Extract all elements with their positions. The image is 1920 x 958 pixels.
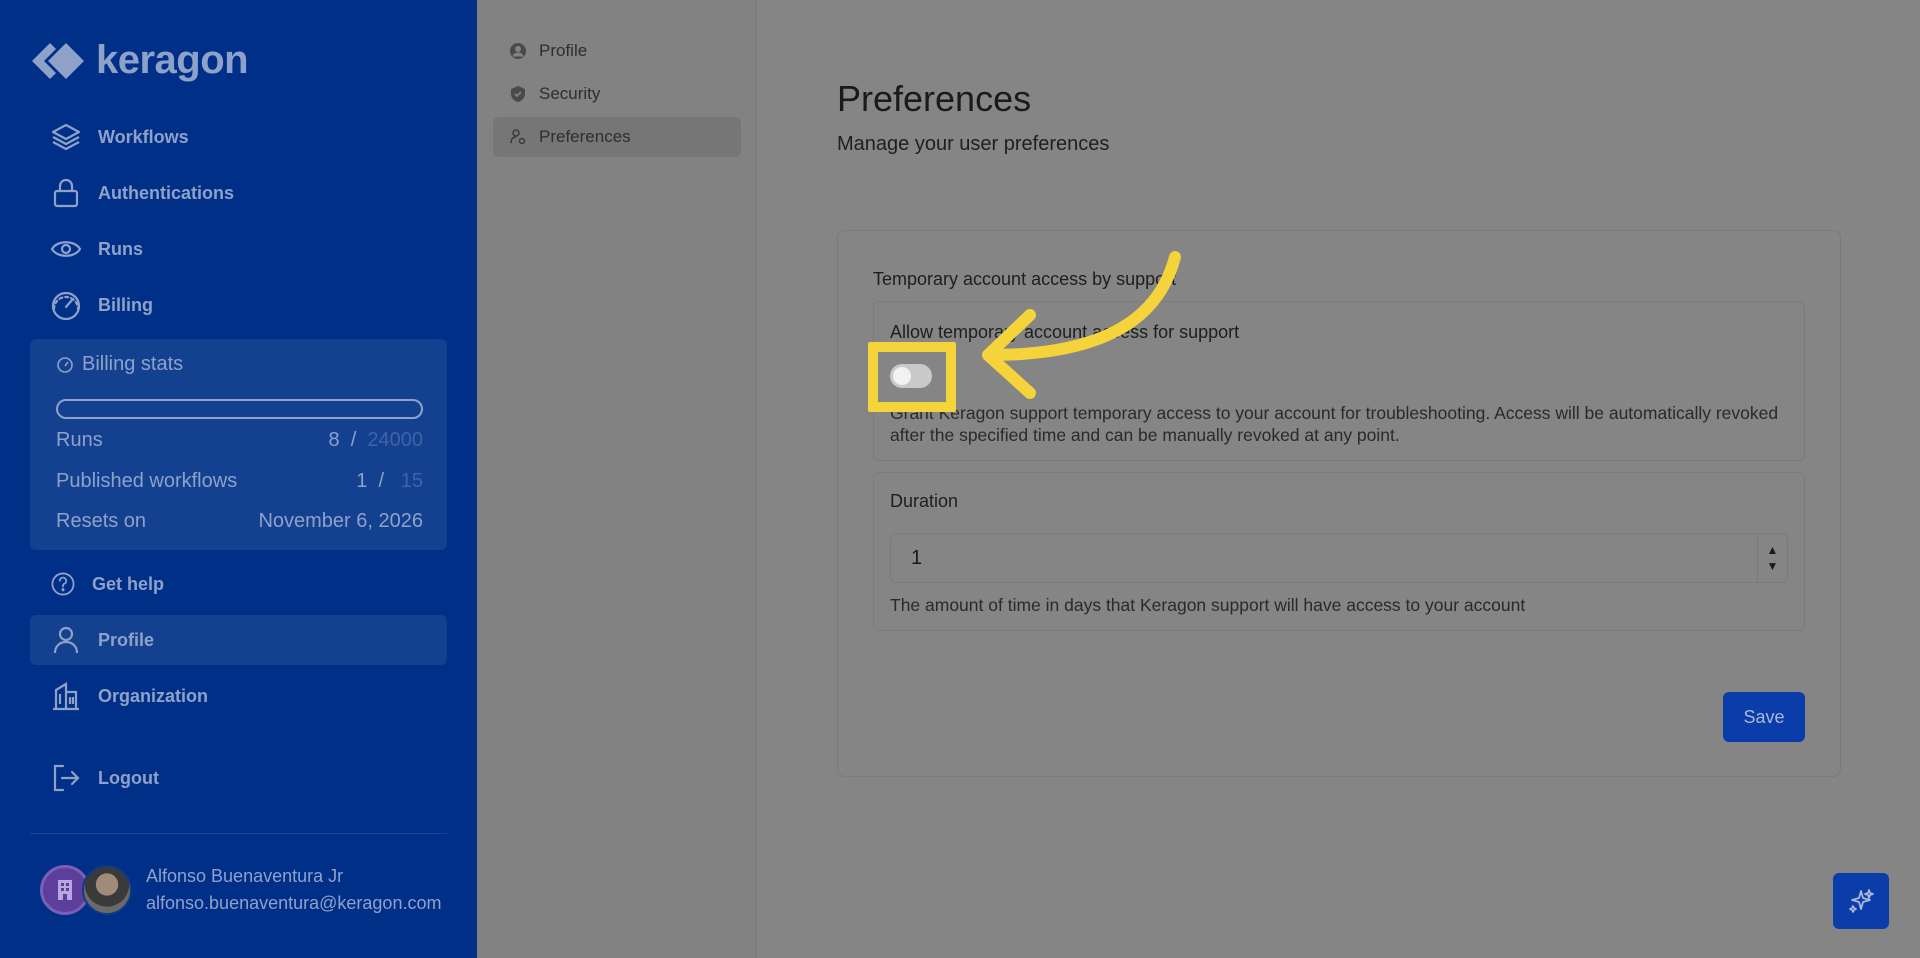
user-info: Alfonso Buenaventura Jr alfonso.buenaven… xyxy=(146,866,441,914)
user-settings-icon xyxy=(510,129,526,145)
billing-published-row: Published workflows 1 / 15 xyxy=(56,470,423,493)
billing-stats-title: Billing stats xyxy=(56,353,183,376)
keragon-logo-icon xyxy=(32,42,84,79)
subnav-item-profile[interactable]: Profile xyxy=(493,31,741,71)
lock-icon xyxy=(53,178,79,208)
nav-label: Profile xyxy=(98,629,155,650)
duration-stepper[interactable]: ▲ ▼ xyxy=(1757,534,1787,582)
gauge-icon xyxy=(57,356,73,373)
subnav-label: Security xyxy=(539,84,601,103)
billing-runs-row: Runs 8 / 24000 xyxy=(56,429,423,452)
annotation-arrow-icon xyxy=(982,251,1181,399)
duration-box: Duration 1 ▲ ▼ The amount of time in day… xyxy=(873,472,1805,631)
user-email: alfonso.buenaventura@keragon.com xyxy=(146,893,442,913)
stepper-down-icon[interactable]: ▼ xyxy=(1767,560,1779,572)
nav-label: Authentications xyxy=(98,182,235,203)
resets-label: Resets on xyxy=(56,510,147,532)
runs-limit: 24000 xyxy=(367,429,423,451)
subnav-label: Profile xyxy=(539,41,588,60)
published-separator: / xyxy=(378,470,385,492)
nav-label: Organization xyxy=(98,685,209,706)
gauge-icon xyxy=(51,291,81,321)
nav-label: Billing xyxy=(98,294,153,315)
nav-item-billing[interactable]: Billing xyxy=(30,280,447,330)
main-content: Preferences Manage your user preferences… xyxy=(757,0,1920,958)
runs-separator: / xyxy=(350,429,357,451)
duration-input[interactable]: 1 ▲ ▼ xyxy=(890,533,1788,583)
nav-item-profile[interactable]: Profile xyxy=(30,615,447,665)
billing-stats-panel: Billing stats Runs 8 / 24000 Published w… xyxy=(30,339,447,550)
nav-item-organization[interactable]: Organization xyxy=(30,671,447,721)
nav-label: Workflows xyxy=(98,126,189,147)
settings-subnav: Profile Security Preferences xyxy=(477,0,757,958)
runs-value: 8 / 24000 xyxy=(328,429,423,452)
subnav-item-preferences[interactable]: Preferences xyxy=(493,117,741,157)
billing-resets-row: Resets on November 6, 2026 xyxy=(56,510,423,533)
page-title: Preferences xyxy=(837,78,1032,119)
user-icon xyxy=(53,626,79,654)
published-limit: 15 xyxy=(400,470,423,492)
sparkles-icon xyxy=(1849,889,1874,913)
stepper-up-icon[interactable]: ▲ xyxy=(1767,544,1779,556)
runs-progress-bar xyxy=(56,399,423,419)
help-circle-icon xyxy=(51,572,75,596)
logout-icon xyxy=(53,764,80,792)
resets-value: November 6, 2026 xyxy=(258,510,423,532)
billing-stats-title-text: Billing stats xyxy=(82,353,184,375)
nav-item-workflows[interactable]: Workflows xyxy=(30,112,447,162)
eye-icon xyxy=(50,241,82,257)
building-icon xyxy=(53,682,79,711)
nav-item-logout[interactable]: Logout xyxy=(30,753,447,803)
user-avatar xyxy=(82,865,132,915)
layers-icon xyxy=(51,123,81,151)
published-label: Published workflows xyxy=(56,470,238,492)
nav-label: Get help xyxy=(92,573,165,594)
user-name: Alfonso Buenaventura Jr xyxy=(146,866,344,886)
sidebar-divider xyxy=(30,833,447,834)
duration-help-text: The amount of time in days that Keragon … xyxy=(890,595,1526,615)
save-button[interactable]: Save xyxy=(1723,692,1805,742)
subnav-item-security[interactable]: Security xyxy=(493,74,741,114)
page-subtitle: Manage your user preferences xyxy=(837,133,1110,155)
logo[interactable]: keragon xyxy=(30,38,249,83)
nav-label: Runs xyxy=(98,238,143,259)
shield-check-icon xyxy=(511,86,525,102)
nav-item-authentications[interactable]: Authentications xyxy=(30,168,447,218)
user-card[interactable]: Alfonso Buenaventura Jr alfonso.buenaven… xyxy=(40,865,441,915)
runs-used: 8 xyxy=(328,429,340,451)
published-value: 1 / 15 xyxy=(356,470,423,493)
logo-text: keragon xyxy=(96,38,249,82)
duration-label: Duration xyxy=(890,491,959,511)
ai-assistant-button[interactable] xyxy=(1833,873,1889,929)
duration-value: 1 xyxy=(911,546,923,569)
building-icon xyxy=(58,880,72,900)
sidebar: keragon Workflows Authentications Runs B… xyxy=(0,0,477,958)
nav-label: Logout xyxy=(98,767,159,788)
nav-item-runs[interactable]: Runs xyxy=(30,224,447,274)
nav-item-get-help[interactable]: Get help xyxy=(30,559,447,609)
toggle-highlight-box xyxy=(868,342,956,412)
allow-access-description: Grant Keragon support temporary access t… xyxy=(890,403,1779,445)
subnav-label: Preferences xyxy=(539,127,631,146)
published-used: 1 xyxy=(356,470,368,492)
runs-label: Runs xyxy=(56,429,103,451)
user-circle-icon xyxy=(510,43,526,59)
